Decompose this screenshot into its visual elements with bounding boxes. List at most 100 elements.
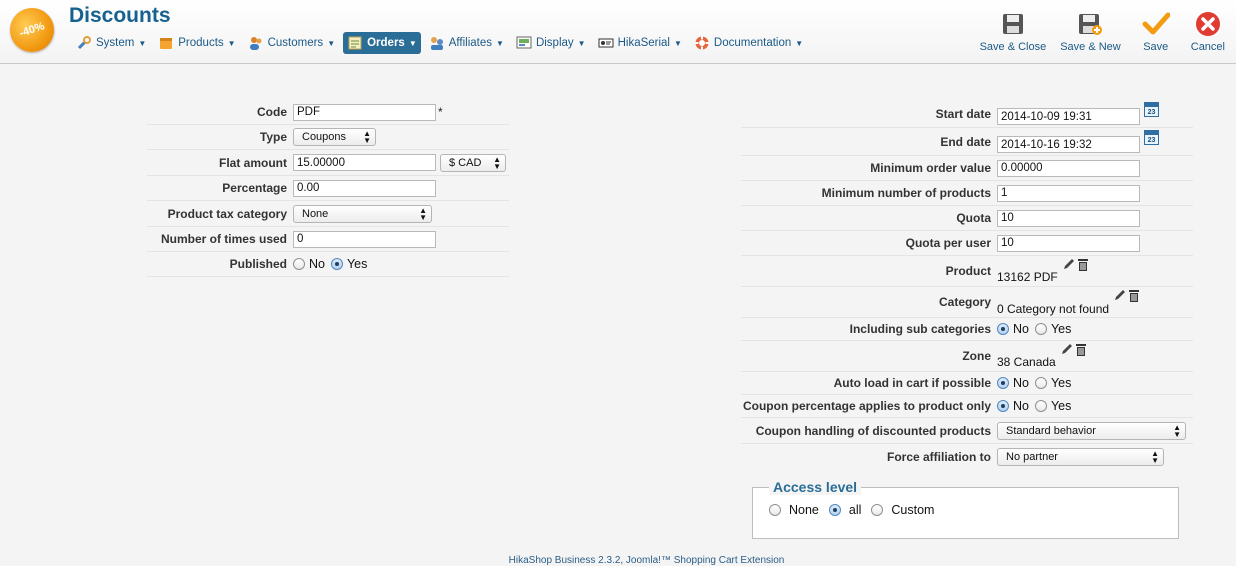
access-all-label: all (848, 503, 862, 517)
currency-select[interactable]: $ CAD ▲ ▼ (440, 153, 506, 172)
sub-categories-no-radio[interactable] (997, 323, 1009, 335)
menu-customers[interactable]: Customers ▼ (244, 32, 340, 54)
access-custom-radio[interactable] (871, 504, 884, 516)
quota-user-row: Quota per user (741, 231, 1193, 256)
trash-icon[interactable] (1077, 257, 1089, 274)
percentage-input[interactable] (293, 179, 436, 197)
edit-icon[interactable] (1060, 342, 1074, 359)
end-date-row: End date 23 (741, 128, 1193, 156)
coupon-pct-yes-option[interactable]: Yes (1034, 399, 1072, 413)
footer-text[interactable]: HikaShop Business 2.3.2, Joomla!™ Shoppi… (0, 555, 1236, 566)
calendar-icon[interactable]: 23 (1144, 102, 1159, 117)
min-order-label: Minimum order value (870, 161, 991, 175)
menu-products-label: Products (178, 37, 224, 49)
discount-logo-icon: -40% (4, 2, 60, 58)
coupon-handling-value: Standard behavior (1006, 424, 1096, 437)
tax-category-select[interactable]: None ▲ ▼ (293, 204, 432, 223)
save-label: Save (1143, 41, 1169, 53)
box-icon (160, 38, 173, 49)
lifebuoy-icon (695, 36, 709, 50)
sub-categories-yes-option[interactable]: Yes (1034, 322, 1072, 336)
force-affiliation-value: No partner (1006, 451, 1058, 463)
access-none-radio[interactable] (769, 504, 781, 516)
tax-category-row: Product tax category None ▲ ▼ (147, 201, 509, 227)
coupon-handling-label: Coupon handling of discounted products (755, 423, 991, 438)
access-none-label: None (789, 503, 819, 517)
coupon-pct-no-radio[interactable] (997, 400, 1009, 412)
menu-display[interactable]: Display ▼ (512, 32, 590, 54)
menu-documentation-label: Documentation (713, 37, 792, 49)
access-all-radio[interactable] (828, 504, 841, 516)
menu-system-label: System (96, 37, 135, 49)
force-affiliation-row: Force affiliation to No partner ▲ ▼ (741, 444, 1193, 470)
edit-icon[interactable] (1113, 288, 1127, 305)
sub-categories-yes-radio[interactable] (1034, 323, 1047, 335)
start-date-row: Start date 23 (741, 100, 1193, 128)
menu-products[interactable]: Products ▼ (154, 32, 239, 54)
close-icon (1194, 10, 1222, 38)
coupon-pct-yes-label: Yes (1050, 399, 1072, 413)
percentage-row: Percentage (147, 176, 509, 201)
currency-value: $ CAD (449, 156, 482, 169)
published-yes-radio[interactable] (330, 258, 343, 270)
category-value: 0 Category not found (997, 302, 1110, 316)
times-used-input[interactable] (293, 230, 436, 248)
trash-icon[interactable] (1075, 342, 1087, 359)
published-no-radio[interactable] (293, 258, 305, 270)
tax-category-label: Product tax category (167, 206, 287, 221)
save-button[interactable]: Save (1128, 10, 1184, 53)
menu-orders[interactable]: Orders ▼ (343, 32, 421, 54)
min-products-input[interactable] (997, 184, 1140, 202)
floppy-plus-icon (1076, 10, 1104, 38)
auto-load-no-radio[interactable] (997, 377, 1009, 389)
auto-load-row: Auto load in cart if possible No Yes (741, 372, 1193, 395)
auto-load-yes-option[interactable]: Yes (1034, 376, 1071, 390)
main-menu: System ▼ Products ▼ Customers ▼ Orders ▼ Aff… (72, 32, 811, 54)
published-yes-option[interactable]: Yes (330, 257, 367, 271)
published-no-option[interactable]: No (293, 257, 325, 271)
code-input[interactable] (293, 103, 436, 121)
end-date-input[interactable] (997, 136, 1140, 153)
menu-documentation[interactable]: Documentation ▼ (690, 32, 807, 54)
coupon-handling-row: Coupon handling of discounted products S… (741, 418, 1193, 444)
save-close-label: Save & Close (979, 41, 1047, 53)
flat-amount-input[interactable] (293, 154, 436, 171)
floppy-icon (999, 10, 1027, 38)
access-custom-option[interactable]: Custom (871, 503, 934, 517)
sub-categories-yes-label: Yes (1050, 322, 1072, 336)
quota-row: Quota (741, 206, 1193, 231)
min-order-input[interactable] (997, 159, 1140, 177)
save-close-button[interactable]: Save & Close (973, 10, 1054, 53)
access-level-legend: Access level (769, 479, 862, 495)
coupon-pct-yes-radio[interactable] (1034, 400, 1047, 412)
cancel-button[interactable]: Cancel (1184, 10, 1232, 53)
force-affiliation-select[interactable]: No partner ▲ ▼ (997, 448, 1164, 466)
zone-value: 38 Canada (997, 355, 1056, 369)
calendar-icon[interactable]: 23 (1144, 130, 1159, 145)
trash-icon[interactable] (1128, 288, 1140, 305)
menu-hikaserial[interactable]: HikaSerial ▼ (594, 32, 686, 54)
coupon-pct-no-option[interactable]: No (997, 399, 1029, 413)
product-label: Product (945, 264, 991, 278)
edit-icon[interactable] (1062, 257, 1076, 274)
quota-user-input[interactable] (997, 234, 1140, 252)
coupon-handling-select[interactable]: Standard behavior ▲ ▼ (997, 421, 1186, 440)
access-all-option[interactable]: all (828, 503, 862, 517)
type-select[interactable]: Coupons ▲ ▼ (293, 128, 376, 146)
times-used-label: Number of times used (160, 232, 287, 246)
save-new-button[interactable]: Save & New (1053, 10, 1128, 53)
zone-label: Zone (962, 349, 991, 363)
auto-load-yes-radio[interactable] (1034, 377, 1047, 389)
menu-system[interactable]: System ▼ (72, 32, 150, 54)
serial-icon (598, 38, 614, 48)
start-date-input[interactable] (997, 108, 1140, 125)
sub-categories-no-option[interactable]: No (997, 322, 1029, 336)
type-value: Coupons (302, 131, 347, 143)
menu-affiliates[interactable]: Affiliates ▼ (425, 32, 508, 54)
access-none-option[interactable]: None (769, 503, 819, 517)
quota-input[interactable] (997, 209, 1140, 227)
access-level-fieldset: Access level None all Custom (752, 479, 1179, 539)
auto-load-no-option[interactable]: No (997, 376, 1029, 390)
menu-customers-label: Customers (267, 37, 324, 49)
access-custom-label: Custom (891, 503, 935, 517)
